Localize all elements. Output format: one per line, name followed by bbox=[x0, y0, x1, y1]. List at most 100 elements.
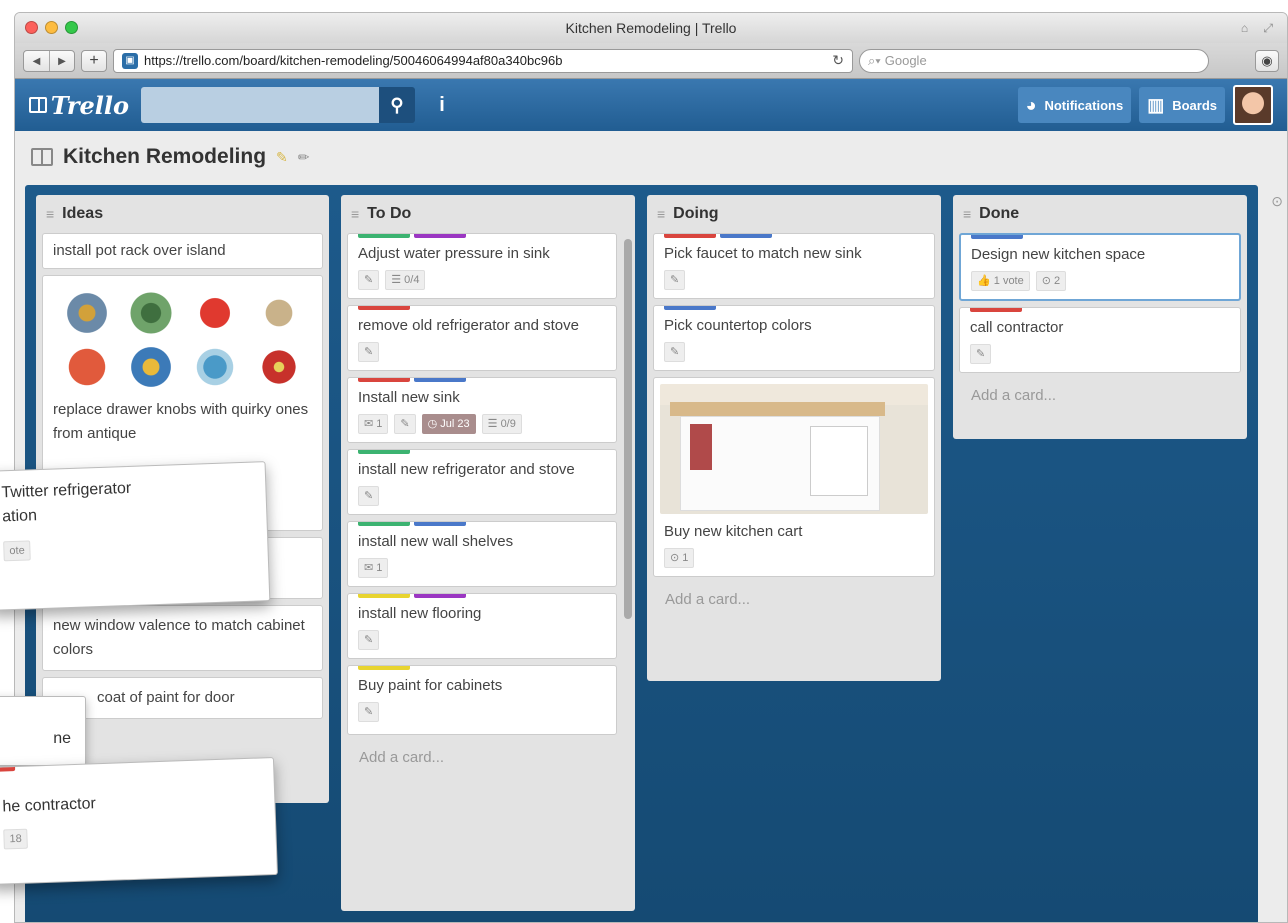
card-title: Buy new kitchen cart bbox=[664, 523, 803, 540]
label-blue bbox=[414, 378, 466, 382]
card[interactable]: remove old refrigerator and stove ✎ bbox=[347, 305, 617, 371]
url-text: https://trello.com/board/kitchen-remodel… bbox=[144, 53, 563, 68]
new-tab-button[interactable]: + bbox=[81, 49, 107, 72]
label-red bbox=[664, 234, 716, 238]
card[interactable]: install new wall shelves ✉ 1 bbox=[347, 521, 617, 587]
edit-title-icon[interactable]: ✏ bbox=[298, 149, 310, 166]
board-icon bbox=[31, 148, 53, 166]
card[interactable]: Buy paint for cabinets ✎ bbox=[347, 665, 617, 735]
card-badges: ✎ bbox=[358, 486, 606, 506]
add-card-link[interactable]: Add a card... bbox=[347, 735, 629, 768]
avatar[interactable] bbox=[1233, 85, 1273, 125]
card[interactable]: Design new kitchen space 👍 1 vote ⊙ 2 bbox=[959, 233, 1241, 301]
card[interactable]: Pick faucet to match new sink ✎ bbox=[653, 233, 935, 299]
search-icon: ⌕▾ bbox=[868, 52, 881, 68]
reload-icon[interactable]: ↻ bbox=[832, 52, 844, 69]
card-badges: ✎ bbox=[358, 630, 606, 650]
card-title: Design new kitchen space bbox=[971, 246, 1146, 263]
pin-icon[interactable]: ✎ bbox=[276, 149, 288, 166]
card[interactable]: install new flooring ✎ bbox=[347, 593, 617, 659]
card-labels bbox=[971, 235, 1023, 239]
label-purple bbox=[414, 594, 466, 598]
card-labels bbox=[0, 767, 16, 772]
board-settings-icon[interactable]: ⊙ bbox=[1271, 193, 1283, 210]
info-icon[interactable]: i bbox=[427, 90, 457, 120]
cart-towel bbox=[690, 424, 712, 470]
dragged-card-door[interactable]: ne bbox=[0, 696, 86, 766]
reader-button[interactable]: ◉ bbox=[1255, 49, 1279, 72]
add-card-link[interactable]: Add a card... bbox=[959, 373, 1241, 406]
card-title: replace drawer knobs with quirky ones fr… bbox=[53, 401, 309, 442]
browser-search-field[interactable]: ⌕▾ Google bbox=[859, 48, 1209, 73]
vote-badge: ote bbox=[3, 540, 32, 562]
card[interactable]: Adjust water pressure in sink ✎ ☰ 0/4 bbox=[347, 233, 617, 299]
card-labels bbox=[358, 234, 466, 238]
dragged-card-contractor[interactable]: he contractor 18 bbox=[0, 757, 278, 885]
knob-image bbox=[127, 290, 174, 336]
search-icon: ⚲ bbox=[390, 95, 404, 115]
description-icon: ✎ bbox=[358, 702, 380, 722]
trello-logo[interactable]: Trello bbox=[29, 91, 129, 120]
card-badges: ✎ bbox=[664, 270, 924, 290]
back-button[interactable]: ◀ bbox=[24, 51, 49, 71]
card-title: install pot rack over island bbox=[53, 242, 226, 259]
search-button[interactable]: ⚲ bbox=[379, 87, 415, 123]
logo-text: Trello bbox=[50, 90, 129, 120]
list-menu-icon[interactable]: ≡ bbox=[963, 206, 971, 222]
card-labels bbox=[664, 234, 772, 238]
label-red bbox=[970, 308, 1022, 312]
label-red bbox=[358, 378, 410, 382]
close-window-button[interactable] bbox=[25, 21, 38, 34]
notification-icon: ◕ bbox=[1025, 94, 1037, 115]
card-title: Pick countertop colors bbox=[664, 317, 812, 334]
notifications-button[interactable]: ◕ Notifications bbox=[1017, 87, 1132, 123]
trello-favicon-icon: ▣ bbox=[122, 52, 138, 69]
knob-image bbox=[255, 290, 302, 336]
list-menu-icon[interactable]: ≡ bbox=[657, 206, 665, 222]
card[interactable]: install new refrigerator and stove ✎ bbox=[347, 449, 617, 515]
card-title: he contractor bbox=[2, 795, 97, 816]
knob-image bbox=[255, 344, 302, 390]
cart-drawer bbox=[810, 426, 868, 496]
maximize-window-button[interactable] bbox=[65, 21, 78, 34]
forward-button[interactable]: ▶ bbox=[49, 50, 74, 71]
header-search-input[interactable] bbox=[141, 87, 379, 123]
address-bar[interactable]: ▣ https://trello.com/board/kitchen-remod… bbox=[113, 48, 853, 73]
card[interactable]: new window valence to match cabinet colo… bbox=[42, 605, 323, 671]
card-badges: ✎ bbox=[970, 344, 1230, 364]
dragged-card-twitter[interactable]: Twitter refrigerator ation ote bbox=[0, 461, 271, 611]
knob-image bbox=[191, 344, 238, 390]
list-menu-icon[interactable]: ≡ bbox=[351, 206, 359, 222]
card-badges: ✎ bbox=[358, 342, 606, 362]
due-date-badge: 18 bbox=[3, 828, 29, 850]
list-title[interactable]: Ideas bbox=[62, 205, 103, 223]
attachment-count: 1 bbox=[682, 552, 689, 564]
add-card-link[interactable]: Add a card... bbox=[653, 577, 935, 610]
card[interactable]: Pick countertop colors ✎ bbox=[653, 305, 935, 371]
description-icon: ✎ bbox=[358, 270, 380, 290]
description-icon: ✎ bbox=[394, 414, 416, 434]
list-title[interactable]: Done bbox=[979, 205, 1019, 223]
card[interactable]: install pot rack over island bbox=[42, 233, 323, 269]
due-date-badge: ◷ Jul 23 bbox=[421, 414, 476, 434]
minimize-window-button[interactable] bbox=[45, 21, 58, 34]
lock-and-resize-icons: ⌂ ⤢ bbox=[1240, 21, 1279, 35]
list-title[interactable]: Doing bbox=[673, 205, 718, 223]
card-labels bbox=[358, 378, 466, 382]
card-title: install new refrigerator and stove bbox=[358, 461, 575, 478]
trello-logo-icon bbox=[29, 97, 47, 113]
label-red bbox=[358, 306, 410, 310]
list-title[interactable]: To Do bbox=[367, 205, 411, 223]
board-title[interactable]: Kitchen Remodeling bbox=[63, 145, 266, 169]
card[interactable]: Install new sink ✉ 1 ✎ ◷ Jul 23 ☰ 0/9 bbox=[347, 377, 617, 443]
label-green bbox=[358, 234, 410, 238]
card[interactable]: Buy new kitchen cart ⊙ 1 bbox=[653, 377, 935, 577]
card-title: coat of paint for door bbox=[97, 689, 235, 706]
list-scrollbar[interactable] bbox=[624, 239, 632, 619]
knob-image bbox=[63, 290, 110, 336]
boards-button[interactable]: ▥ Boards bbox=[1139, 87, 1225, 123]
card[interactable]: call contractor ✎ bbox=[959, 307, 1241, 373]
card-badges: ✉ 1 bbox=[358, 558, 606, 578]
label-yellow bbox=[358, 594, 410, 598]
list-menu-icon[interactable]: ≡ bbox=[46, 206, 54, 222]
